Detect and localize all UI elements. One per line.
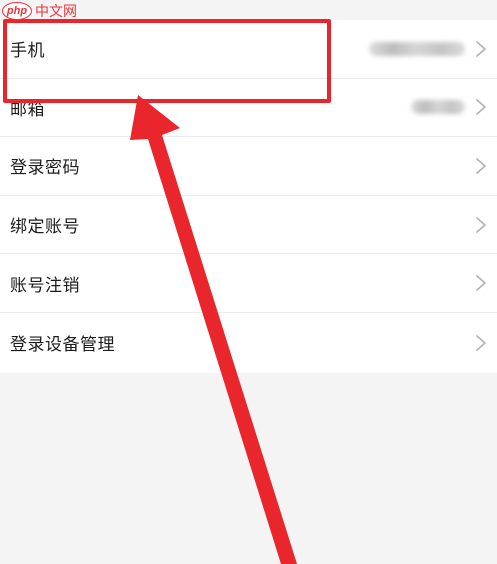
settings-item-label: 登录密码 xyxy=(10,158,80,179)
watermark: php 中文网 xyxy=(2,0,77,22)
settings-item-label: 登录设备管理 xyxy=(10,335,115,356)
settings-item-linked-accounts[interactable]: 绑定账号 xyxy=(0,195,497,255)
account-settings-list: 手机 邮箱 登录密码 绑定账号 账号注销 登录设备管理 xyxy=(0,20,497,373)
chevron-right-icon xyxy=(476,158,486,174)
settings-item-phone[interactable]: 手机 xyxy=(0,20,497,79)
chevron-right-icon xyxy=(476,216,486,233)
settings-item-device-management[interactable]: 登录设备管理 xyxy=(0,312,497,373)
settings-item-label: 邮箱 xyxy=(10,99,45,120)
settings-item-email[interactable]: 邮箱 xyxy=(0,78,497,138)
chevron-right-icon xyxy=(476,99,486,116)
account-security-screen: php 中文网 手机 邮箱 登录密码 绑定账号 账号注销 登录设备管理 xyxy=(0,0,497,564)
watermark-text: 中文网 xyxy=(35,4,77,20)
settings-item-label: 绑定账号 xyxy=(10,217,80,238)
settings-item-account-deletion[interactable]: 账号注销 xyxy=(0,254,497,313)
chevron-right-icon xyxy=(476,335,486,351)
settings-item-label: 手机 xyxy=(10,41,45,62)
settings-item-label: 账号注销 xyxy=(10,275,80,296)
chevron-right-icon xyxy=(476,275,486,292)
chevron-right-icon xyxy=(476,40,486,57)
phone-value-blurred xyxy=(369,41,465,56)
email-value-blurred xyxy=(411,100,465,115)
settings-item-login-password[interactable]: 登录密码 xyxy=(0,137,497,196)
watermark-logo: php xyxy=(2,2,32,20)
